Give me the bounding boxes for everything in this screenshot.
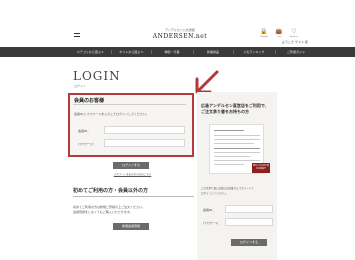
member-section-title: 会員のお客様: [74, 98, 105, 104]
header-icons: 🔒 Mypage 👜 Cart ♡ Favorite: [258, 28, 308, 40]
doc-line: [214, 164, 244, 165]
divider: [73, 104, 186, 105]
member-instructions: 会員IDとパスワードを入力してログインしてください。: [74, 112, 149, 116]
first-time-section-title: 初めてご利用の方・会員以外の方: [73, 188, 149, 194]
doc-line: [214, 139, 260, 140]
doc-line: [214, 152, 260, 153]
doc-line: [214, 156, 250, 157]
doc-line: [214, 135, 260, 136]
member-password-input[interactable]: [104, 139, 185, 147]
site-header: アンデルセン公式通販 ANDERSEN.net 🔒 Mypage 👜 Cart …: [0, 0, 355, 46]
logo-subtitle: アンデルセン公式通販: [165, 28, 195, 32]
store-panel-desc-line: ご注文承り書に記載の会員番号とパスワードで: [201, 187, 254, 190]
forgot-password-link[interactable]: パスワードをお忘れの方はこちら: [105, 172, 160, 176]
cart-label: Cart: [276, 36, 282, 38]
member-number-badge: 弊社ご注文承り書の会員番号: [252, 163, 270, 173]
store-password-label: パスワード：: [203, 221, 222, 225]
doc-line: [214, 130, 244, 131]
lock-icon[interactable]: 🔒: [260, 28, 268, 36]
nav-item-new[interactable]: 新着商品: [194, 47, 232, 57]
nav-item-guide[interactable]: ご利用ガイド: [276, 47, 316, 57]
heart-icon[interactable]: ♡: [290, 28, 298, 36]
nav-item-gift[interactable]: ギフトから選ぶ ▾: [112, 47, 150, 57]
doc-line: [214, 143, 254, 144]
store-member-id-label: 会員ID：: [203, 208, 216, 212]
store-password-input[interactable]: [225, 218, 273, 226]
page-title: LOGIN: [73, 69, 121, 83]
hamburger-menu-icon[interactable]: [74, 33, 80, 37]
member-id-label: 会員ID：: [78, 129, 91, 133]
favorite-label: Favorite: [290, 36, 298, 38]
register-button[interactable]: 新規会員登録: [113, 223, 149, 230]
doc-line: [214, 160, 260, 161]
member-id-input[interactable]: [104, 126, 185, 134]
store-panel-title-line: ご注文承り書をお持ちの方: [201, 109, 249, 114]
cart-icon[interactable]: 👜: [275, 28, 283, 36]
site-logo[interactable]: ANDERSEN.net: [150, 33, 210, 40]
nav-item-ranking[interactable]: 人気ランキング: [234, 47, 274, 57]
doc-line: [214, 148, 260, 149]
nav-item-category[interactable]: カテゴリから選ぶ ▾: [70, 47, 110, 57]
user-greeting: ようこそ ゲスト 様: [282, 40, 308, 44]
first-time-desc-line: 会員登録をしなくてもご購入いただけます。: [73, 210, 133, 214]
first-time-desc-line: 初めてご利用の方は新規ご登録の上ご注文ください。: [73, 205, 146, 209]
store-panel-desc-line: ログインしてください。: [201, 192, 229, 195]
divider: [73, 196, 194, 197]
store-customer-panel: [197, 92, 277, 260]
mypage-label: Mypage: [260, 36, 268, 38]
main-nav: カテゴリから選ぶ ▾ ギフトから選ぶ ▾ 季節・行事 新着商品 人気ランキング …: [0, 47, 355, 57]
store-member-id-input[interactable]: [225, 205, 273, 213]
store-login-button[interactable]: ログインする: [231, 239, 267, 246]
member-login-button[interactable]: ログインする: [113, 162, 149, 169]
nav-item-season[interactable]: 季節・行事: [152, 47, 192, 57]
member-password-label: パスワード：: [78, 142, 97, 146]
page-subtitle: ログイン: [74, 84, 87, 88]
